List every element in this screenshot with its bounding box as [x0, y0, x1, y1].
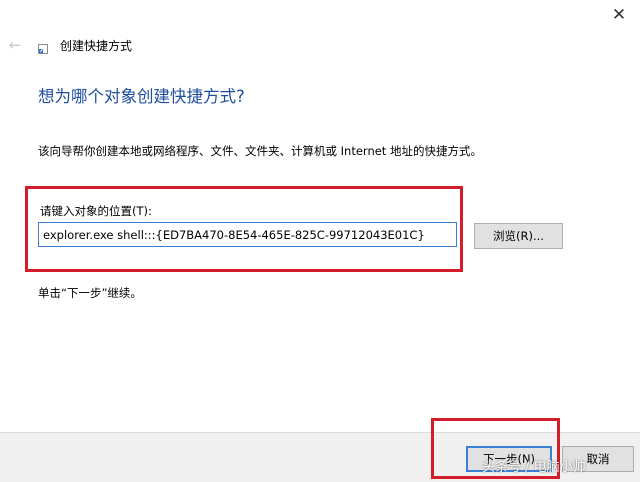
back-button[interactable]: ← — [4, 34, 26, 56]
continue-hint: 单击“下一步”继续。 — [38, 286, 142, 300]
wizard-description: 该向导帮你创建本地或网络程序、文件、文件夹、计算机或 Internet 地址的快… — [38, 144, 482, 158]
back-arrow-icon: ← — [8, 36, 22, 54]
close-button[interactable]: ✕ — [602, 2, 636, 28]
location-label: 请键入对象的位置(T): — [40, 204, 152, 218]
shortcut-icon — [38, 44, 48, 54]
location-input[interactable] — [38, 222, 457, 247]
browse-button[interactable]: 浏览(R)... — [474, 223, 563, 249]
close-icon: ✕ — [611, 5, 627, 25]
wizard-title: 创建快捷方式 — [60, 39, 133, 53]
page-heading: 想为哪个对象创建快捷方式? — [38, 87, 245, 106]
watermark: 头条号 / 电脑小帅 — [482, 460, 586, 475]
